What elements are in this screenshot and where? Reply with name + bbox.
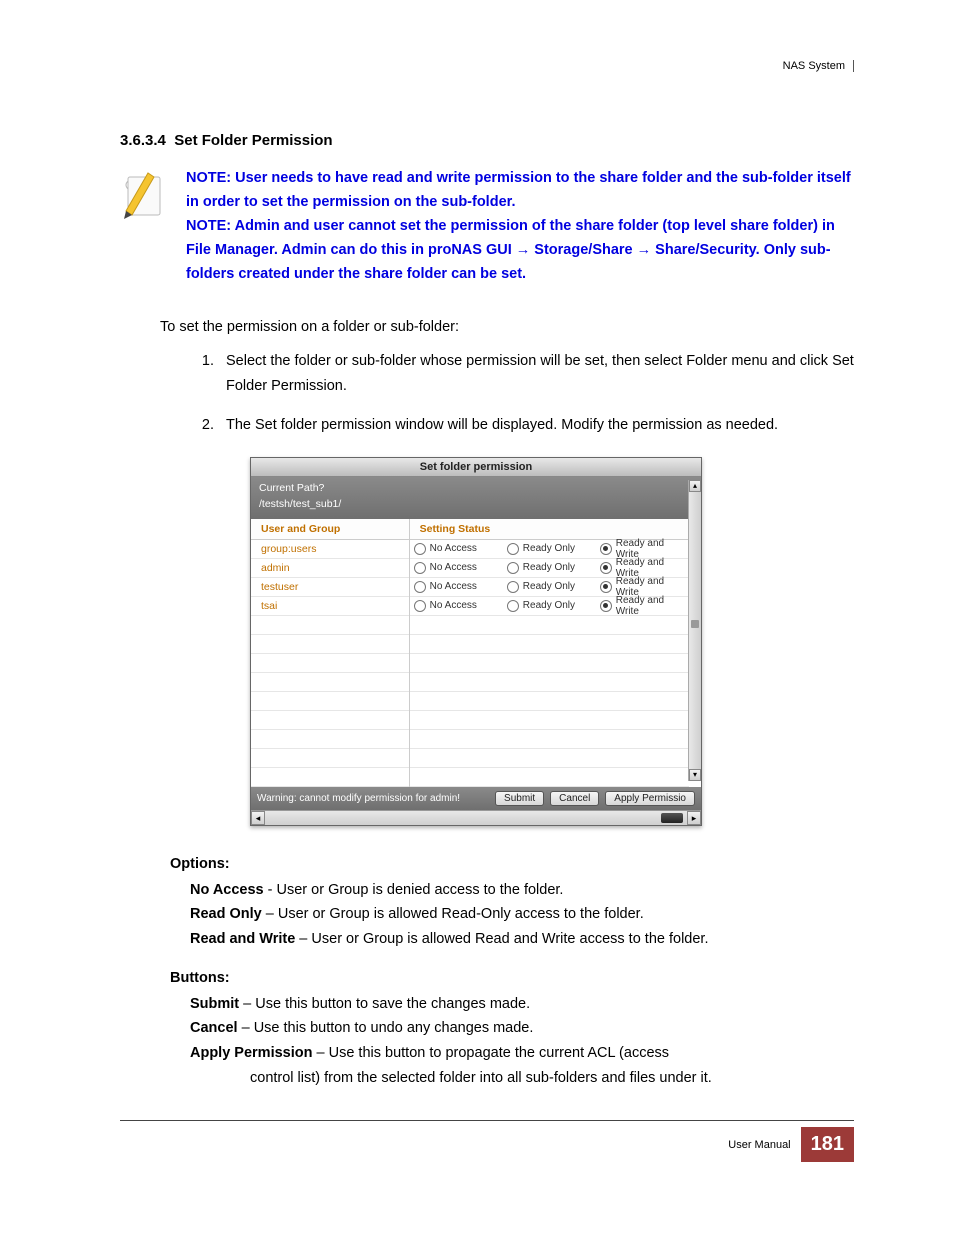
section-title: 3.6.3.4 Set Folder Permission xyxy=(120,132,854,149)
path-value: /testsh/test_sub1/ xyxy=(259,497,693,513)
scroll-left-icon[interactable]: ◂ xyxy=(251,811,265,825)
opt-term-1: Read Only xyxy=(190,906,262,922)
btn-desc-1: Use this button to undo any changes made… xyxy=(254,1020,534,1036)
intro-text: To set the permission on a folder or sub… xyxy=(160,315,854,340)
scroll-thumb[interactable] xyxy=(691,620,699,628)
row-name-1: admin xyxy=(251,559,409,578)
horizontal-scrollbar[interactable]: ◂ ▸ xyxy=(251,810,701,825)
vertical-scrollbar[interactable]: ▴ ▾ xyxy=(688,480,701,781)
opt-sep-1: – xyxy=(262,906,278,922)
radio-rw-3[interactable] xyxy=(600,600,612,612)
warning-text: Warning: cannot modify permission for ad… xyxy=(257,793,489,804)
set-folder-permission-dialog: Set folder permission ▴ ▾ Current Path? … xyxy=(250,457,702,826)
hscroll-thumb[interactable] xyxy=(661,813,683,823)
note-block: NOTE: User needs to have read and write … xyxy=(120,167,854,287)
section-name: Set Folder Permission xyxy=(174,132,332,149)
opt-term-0: No Access xyxy=(190,882,264,898)
row-name-3: tsai xyxy=(251,597,409,616)
step-1: Select the folder or sub-folder whose pe… xyxy=(218,349,854,398)
btn-desc-2: Use this button to propagate the current… xyxy=(329,1045,669,1061)
note-line-2: NOTE: Admin and user cannot set the perm… xyxy=(186,215,854,287)
row-name-0: group:users xyxy=(251,540,409,559)
cancel-button[interactable]: Cancel xyxy=(550,791,599,806)
radio-ro-3[interactable] xyxy=(507,600,519,612)
scroll-right-icon[interactable]: ▸ xyxy=(687,811,701,825)
btn-term-0: Submit xyxy=(190,996,239,1012)
options-list: No Access - User or Group is denied acce… xyxy=(190,878,854,952)
path-bar: Current Path? /testsh/test_sub1/ xyxy=(251,477,701,519)
radio-ro-1[interactable] xyxy=(507,562,519,574)
radio-rw-1[interactable] xyxy=(600,562,612,574)
buttons-heading: Buttons: xyxy=(170,970,854,986)
dialog-title: Set folder permission xyxy=(251,458,701,477)
permission-table: User and Group group:users admin testuse… xyxy=(251,519,689,787)
opt-desc-1: User or Group is allowed Read-Only acces… xyxy=(278,906,644,922)
opt-sep-2: – xyxy=(295,931,311,947)
radio-rw-2[interactable] xyxy=(600,581,612,593)
opt-desc-0: User or Group is denied access to the fo… xyxy=(277,882,564,898)
label-ro: Ready Only xyxy=(523,581,575,592)
note-line-1: NOTE: User needs to have read and write … xyxy=(186,167,854,215)
apply-permission-button[interactable]: Apply Permissio xyxy=(605,791,695,806)
radio-ro-0[interactable] xyxy=(507,543,519,555)
radio-na-3[interactable] xyxy=(414,600,426,612)
label-na: No Access xyxy=(430,562,477,573)
footer-label: User Manual xyxy=(728,1139,790,1151)
header-product: NAS System xyxy=(783,60,854,72)
btn-sep-2: – xyxy=(312,1045,328,1061)
page-number: 181 xyxy=(801,1127,854,1162)
label-rw: Ready and Write xyxy=(616,595,689,617)
label-na: No Access xyxy=(430,600,477,611)
step-2: The Set folder permission window will be… xyxy=(218,413,854,438)
path-label: Current Path? xyxy=(259,481,693,497)
opt-sep-0: - xyxy=(264,882,277,898)
pencil-note-icon xyxy=(120,167,168,223)
scroll-up-icon[interactable]: ▴ xyxy=(689,480,701,492)
radio-na-2[interactable] xyxy=(414,581,426,593)
btn-term-1: Cancel xyxy=(190,1020,238,1036)
btn-sep-0: – xyxy=(239,996,255,1012)
label-ro: Ready Only xyxy=(523,562,575,573)
radio-rw-0[interactable] xyxy=(600,543,612,555)
label-ro: Ready Only xyxy=(523,543,575,554)
label-ro: Ready Only xyxy=(523,600,575,611)
buttons-list: Submit – Use this button to save the cha… xyxy=(190,992,854,1091)
col-user-group: User and Group xyxy=(251,519,409,540)
btn-sep-1: – xyxy=(238,1020,254,1036)
btn-desc-2-cont: control list) from the selected folder i… xyxy=(250,1066,854,1091)
radio-na-0[interactable] xyxy=(414,543,426,555)
radio-ro-2[interactable] xyxy=(507,581,519,593)
btn-desc-0: Use this button to save the changes made… xyxy=(255,996,530,1012)
options-heading: Options: xyxy=(170,856,854,872)
section-number: 3.6.3.4 xyxy=(120,132,166,149)
btn-term-2: Apply Permission xyxy=(190,1045,312,1061)
opt-desc-2: User or Group is allowed Read and Write … xyxy=(311,931,708,947)
scroll-down-icon[interactable]: ▾ xyxy=(689,769,701,781)
dialog-footer: Warning: cannot modify permission for ad… xyxy=(251,787,701,810)
row-opts-3: No Access Ready Only Ready and Write xyxy=(410,597,689,616)
label-na: No Access xyxy=(430,543,477,554)
label-na: No Access xyxy=(430,581,477,592)
steps-list: Select the folder or sub-folder whose pe… xyxy=(200,349,854,437)
submit-button[interactable]: Submit xyxy=(495,791,544,806)
col-setting-status: Setting Status xyxy=(410,519,689,540)
opt-term-2: Read and Write xyxy=(190,931,295,947)
row-name-2: testuser xyxy=(251,578,409,597)
page-footer: User Manual 181 xyxy=(120,1120,854,1162)
radio-na-1[interactable] xyxy=(414,562,426,574)
